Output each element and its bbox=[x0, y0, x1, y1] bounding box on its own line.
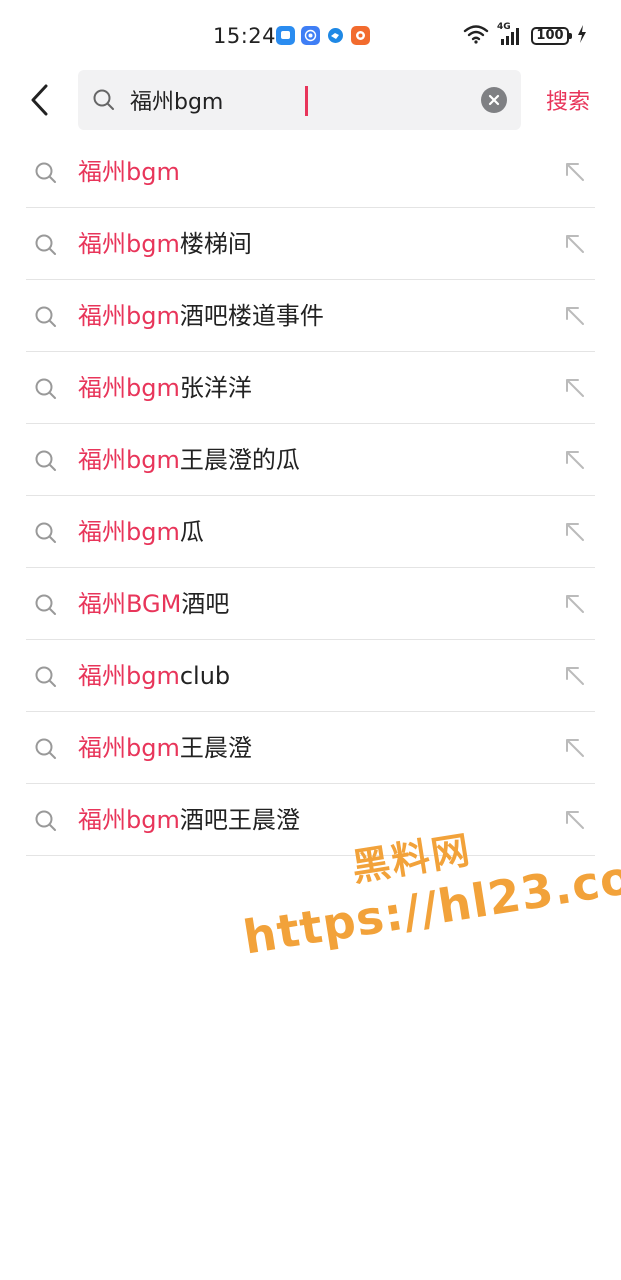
cellular-signal-icon: 4G bbox=[497, 22, 523, 46]
suggestion-text: 福州bgm酒吧楼道事件 bbox=[78, 300, 324, 332]
arrow-up-left-icon[interactable] bbox=[563, 376, 587, 404]
suggestion-highlight: 福州bgm bbox=[78, 230, 180, 258]
suggestion-highlight: 福州bgm bbox=[78, 806, 180, 834]
arrow-up-left-icon[interactable] bbox=[563, 304, 587, 332]
suggestion-item[interactable]: 福州bgm瓜 bbox=[26, 496, 595, 568]
search-icon bbox=[34, 809, 58, 837]
back-button[interactable] bbox=[22, 80, 58, 120]
search-icon bbox=[34, 161, 58, 189]
search-icon bbox=[34, 305, 58, 333]
suggestion-rest: 酒吧楼道事件 bbox=[179, 302, 324, 330]
suggestion-item[interactable]: 福州bgm楼梯间 bbox=[26, 208, 595, 280]
chevron-left-icon bbox=[31, 84, 48, 116]
notification-icons bbox=[276, 26, 370, 45]
suggestion-item[interactable]: 福州bgm酒吧楼道事件 bbox=[26, 280, 595, 352]
suggestion-text: 福州bgmclub bbox=[78, 660, 230, 692]
suggestion-text: 福州bgm楼梯间 bbox=[78, 228, 252, 260]
suggestion-item[interactable]: 福州bgm bbox=[26, 136, 595, 208]
arrow-up-left-icon[interactable] bbox=[563, 736, 587, 764]
search-header: 搜索 bbox=[0, 70, 621, 130]
charging-icon bbox=[577, 25, 587, 47]
search-button[interactable]: 搜索 bbox=[546, 84, 590, 116]
suggestion-rest: 楼梯间 bbox=[179, 230, 252, 258]
suggestion-highlight: 福州bgm bbox=[78, 734, 180, 762]
arrow-up-left-icon[interactable] bbox=[563, 664, 587, 692]
search-icon bbox=[34, 521, 58, 549]
message-app-icon bbox=[276, 26, 295, 45]
suggestion-highlight: 福州bgm bbox=[78, 158, 180, 186]
search-icon bbox=[34, 665, 58, 693]
suggestion-text: 福州bgm王晨澄的瓜 bbox=[78, 444, 300, 476]
suggestion-rest: 王晨澄 bbox=[179, 734, 252, 762]
arrow-up-left-icon[interactable] bbox=[563, 232, 587, 260]
system-icons: 4G 100 bbox=[463, 22, 587, 48]
battery-icon: 100 bbox=[531, 27, 572, 45]
search-icon bbox=[34, 737, 58, 765]
suggestion-rest: 瓜 bbox=[179, 518, 204, 546]
search-icon bbox=[34, 377, 58, 405]
suggestion-highlight: 福州bgm bbox=[78, 446, 180, 474]
search-icon bbox=[92, 88, 116, 116]
suggestion-text: 福州bgm酒吧王晨澄 bbox=[78, 804, 300, 836]
arrow-up-left-icon[interactable] bbox=[563, 520, 587, 548]
suggestion-highlight: 福州bgm bbox=[78, 302, 180, 330]
search-input[interactable] bbox=[130, 81, 470, 119]
text-cursor bbox=[305, 86, 308, 116]
suggestion-rest: 张洋洋 bbox=[179, 374, 252, 402]
gallery-app-icon bbox=[351, 26, 370, 45]
arrow-up-left-icon[interactable] bbox=[563, 592, 587, 620]
close-icon bbox=[488, 94, 500, 106]
suggestion-text: 福州bgm王晨澄 bbox=[78, 732, 252, 764]
search-icon bbox=[34, 233, 58, 261]
suggestion-rest: club bbox=[179, 662, 231, 690]
suggestion-item[interactable]: 福州bgmclub bbox=[26, 640, 595, 712]
suggestion-highlight: 福州BGM bbox=[78, 590, 182, 618]
wireless-app-icon bbox=[301, 26, 320, 45]
wifi-icon bbox=[463, 24, 489, 48]
browser-app-icon bbox=[326, 26, 345, 45]
suggestion-text: 福州bgm张洋洋 bbox=[78, 372, 252, 404]
suggestion-item[interactable]: 福州BGM酒吧 bbox=[26, 568, 595, 640]
suggestion-text: 福州bgm bbox=[78, 156, 180, 188]
suggestion-list: 福州bgm 福州bgm楼梯间 福州bgm酒吧楼道事件 福州bgm张洋洋 福州bg… bbox=[26, 136, 595, 856]
arrow-up-left-icon[interactable] bbox=[563, 160, 587, 188]
suggestion-item[interactable]: 福州bgm王晨澄的瓜 bbox=[26, 424, 595, 496]
suggestion-rest: 酒吧 bbox=[181, 590, 230, 618]
suggestion-highlight: 福州bgm bbox=[78, 662, 180, 690]
search-icon bbox=[34, 449, 58, 477]
status-bar: 15:24 4G 100 bbox=[0, 0, 621, 72]
suggestion-rest: 王晨澄的瓜 bbox=[179, 446, 300, 474]
suggestion-rest: 酒吧王晨澄 bbox=[179, 806, 300, 834]
search-box[interactable] bbox=[78, 70, 521, 130]
clear-button[interactable] bbox=[481, 87, 507, 113]
arrow-up-left-icon[interactable] bbox=[563, 448, 587, 476]
suggestion-highlight: 福州bgm bbox=[78, 374, 180, 402]
search-icon bbox=[34, 593, 58, 621]
suggestion-text: 福州bgm瓜 bbox=[78, 516, 204, 548]
suggestion-highlight: 福州bgm bbox=[78, 518, 180, 546]
suggestion-item[interactable]: 福州bgm王晨澄 bbox=[26, 712, 595, 784]
status-time: 15:24 bbox=[213, 24, 277, 48]
suggestion-text: 福州BGM酒吧 bbox=[78, 588, 229, 620]
suggestion-item[interactable]: 福州bgm张洋洋 bbox=[26, 352, 595, 424]
